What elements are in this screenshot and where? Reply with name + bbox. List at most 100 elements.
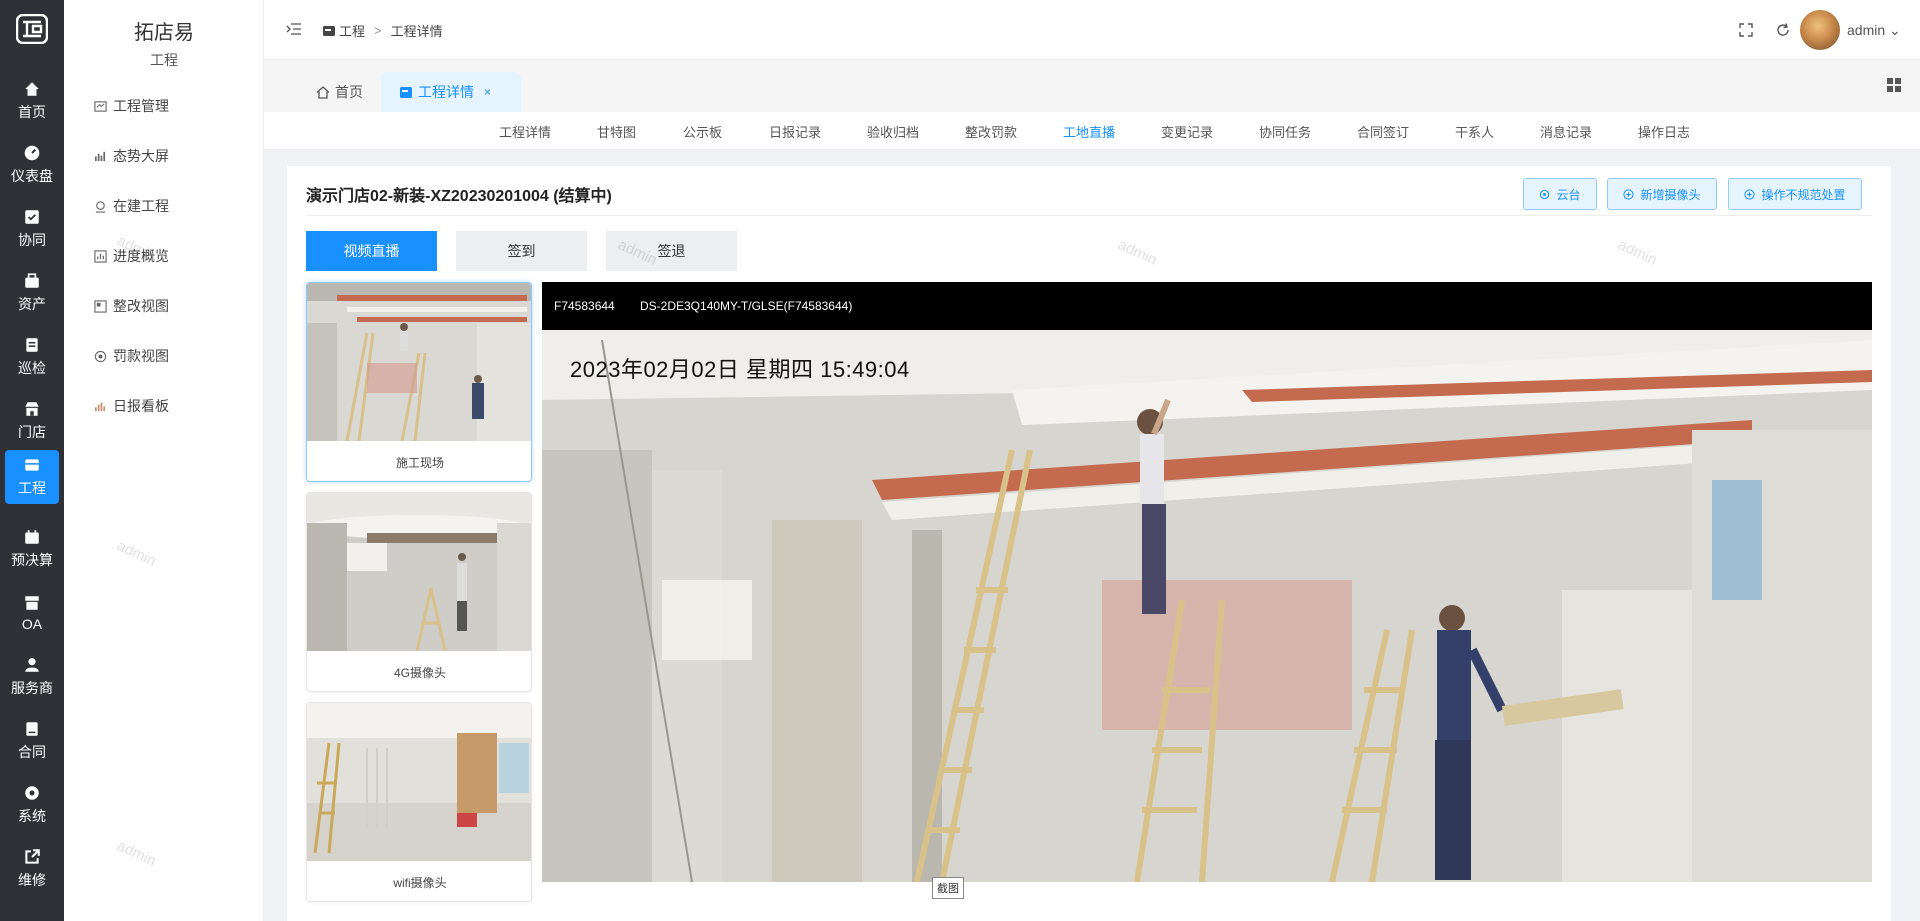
rail-item-label: 巡检 — [18, 360, 46, 376]
rail-item-label: 维修 — [18, 872, 46, 888]
dashboard-icon — [24, 145, 40, 161]
bar-chart-icon — [95, 402, 106, 411]
subnav-item-detail[interactable]: 工程详情 — [499, 122, 551, 141]
watermark: admin — [114, 537, 159, 570]
subnav-item-live[interactable]: 工地直播 — [1063, 122, 1115, 141]
rail-item-label: 系统 — [18, 808, 46, 824]
provider-icon — [25, 658, 39, 672]
video-timestamp: 2023年02月02日 星期四 15:49:04 — [570, 357, 910, 382]
detail-subnav: 工程详情 甘特图 公示板 日报记录 验收归档 整改罚款 工地直播 变更记录 协同… — [264, 112, 1920, 150]
title-divider — [306, 215, 1872, 216]
menu-collapse-icon[interactable] — [286, 22, 302, 36]
breadcrumb: 工程 > 工程详情 — [322, 21, 443, 40]
bar-chart-icon — [95, 151, 106, 161]
user-menu[interactable]: admin ⌄ — [1847, 22, 1901, 39]
sidebar-item-daily-board[interactable]: 日报看板 — [94, 396, 169, 416]
video-frame — [542, 330, 1872, 882]
subnav-item-contract[interactable]: 合同签订 — [1357, 122, 1409, 141]
budget-icon — [25, 530, 39, 544]
snapshot-button[interactable]: 截图 — [932, 877, 964, 899]
target-icon — [94, 350, 107, 362]
logo-icon[interactable] — [16, 14, 48, 44]
breadcrumb-item[interactable]: 工程 — [339, 21, 365, 40]
rail-item-provider[interactable]: 服务商 — [5, 650, 59, 704]
tab-project-detail[interactable]: 工程详情 × — [381, 72, 521, 112]
add-camera-button[interactable]: 新增摄像头 — [1607, 178, 1717, 210]
live-card: 演示门店02-新装-XZ20230201004 (结算中) 云台 新增摄像头 操… — [287, 166, 1891, 921]
subnav-item-notice[interactable]: 公示板 — [683, 122, 722, 141]
subnav-item-log[interactable]: 操作日志 — [1638, 122, 1690, 141]
rail-item-label: OA — [21, 616, 43, 632]
subnav-item-acceptance[interactable]: 验收归档 — [867, 122, 919, 141]
collab-icon — [25, 210, 39, 224]
rail-item-project[interactable]: 工程 — [5, 450, 59, 504]
subnav-item-message[interactable]: 消息记录 — [1540, 122, 1592, 141]
asset-icon — [25, 273, 39, 288]
contract-icon — [26, 722, 38, 736]
watermark: admin — [1115, 236, 1160, 269]
rail-item-budget[interactable]: 预决算 — [5, 522, 59, 576]
device-model: DS-2DE3Q140MY-T/GLSE(F74583644) — [640, 299, 853, 313]
gear-icon — [25, 786, 39, 800]
live-video-button[interactable]: 视频直播 — [306, 231, 437, 271]
fullscreen-icon[interactable] — [1738, 22, 1754, 38]
home-icon — [316, 85, 330, 99]
camera-card-wifi[interactable]: wifi摄像头 — [306, 702, 532, 902]
live-video-player[interactable]: F74583644 DS-2DE3Q140MY-T/GLSE(F74583644… — [542, 282, 1872, 882]
subnav-item-change[interactable]: 变更记录 — [1161, 122, 1213, 141]
sidebar: 拓店易 工程 工程管理 态势大屏 在建工程 进度概览 整改视图 罚款视图 日报看… — [64, 0, 264, 921]
watermark: admin — [114, 837, 159, 870]
subnav-item-rectify[interactable]: 整改罚款 — [965, 122, 1017, 141]
plus-circle-icon — [1744, 188, 1756, 200]
ptz-button[interactable]: 云台 — [1523, 178, 1597, 210]
layout-icon — [94, 299, 107, 313]
sidebar-item-rectify-view[interactable]: 整改视图 — [94, 296, 169, 316]
violation-handle-button[interactable]: 操作不规范处置 — [1728, 178, 1862, 210]
rail-item-label: 预决算 — [11, 552, 53, 568]
grid-menu-icon[interactable] — [1886, 77, 1902, 93]
top-header: 工程 > 工程详情 admin ⌄ — [264, 0, 1920, 60]
home-icon — [25, 82, 39, 96]
rail-item-store[interactable]: 门店 — [5, 394, 59, 448]
project-icon — [323, 25, 335, 36]
rail-item-system[interactable]: 系统 — [5, 778, 59, 832]
sidebar-item-situation-screen[interactable]: 态势大屏 — [94, 146, 169, 166]
rail-item-inspect[interactable]: 巡检 — [5, 330, 59, 384]
rail-item-label: 协同 — [18, 232, 46, 248]
camera-name: wifi摄像头 — [393, 876, 447, 890]
external-link-icon — [25, 849, 40, 864]
camera-thumbnail — [307, 493, 531, 651]
camera-card-site[interactable]: 施工现场 — [306, 282, 532, 482]
rail-item-asset[interactable]: 资产 — [5, 266, 59, 320]
avatar[interactable] — [1800, 10, 1840, 50]
icon-rail: 首页 仪表盘 协同 资产 巡检 门店 工程 预决算 OA 服务商 合同 系统 维… — [0, 0, 64, 921]
camera-thumbnail — [307, 703, 531, 861]
board-icon — [94, 100, 107, 112]
breadcrumb-separator: > — [374, 23, 382, 38]
project-icon — [25, 459, 39, 471]
tab-close-icon[interactable]: × — [484, 85, 491, 99]
check-in-button[interactable]: 签到 — [456, 231, 587, 271]
rail-item-contract[interactable]: 合同 — [5, 714, 59, 768]
camera-name: 4G摄像头 — [393, 666, 446, 680]
refresh-icon[interactable] — [1775, 22, 1791, 38]
rail-item-repair[interactable]: 维修 — [5, 842, 59, 896]
rail-item-oa[interactable]: OA — [5, 586, 59, 640]
rail-item-label: 工程 — [18, 480, 46, 496]
rail-item-label: 服务商 — [11, 680, 53, 696]
sidebar-item-project-manage[interactable]: 工程管理 — [94, 96, 169, 116]
rail-item-label: 仪表盘 — [11, 168, 53, 184]
sidebar-item-fine-view[interactable]: 罚款视图 — [94, 346, 169, 366]
rail-item-home[interactable]: 首页 — [5, 74, 59, 128]
sidebar-item-under-construction[interactable]: 在建工程 — [94, 196, 169, 216]
brand-title: 拓店易 — [134, 22, 194, 44]
subnav-item-gantt[interactable]: 甘特图 — [597, 122, 636, 141]
subnav-item-stakeholder[interactable]: 干系人 — [1455, 122, 1494, 141]
subnav-item-daily[interactable]: 日报记录 — [769, 122, 821, 141]
rail-item-collab[interactable]: 协同 — [5, 202, 59, 256]
camera-card-4g[interactable]: 4G摄像头 — [306, 492, 532, 692]
rail-item-dashboard[interactable]: 仪表盘 — [5, 138, 59, 192]
camera-thumbnail — [307, 283, 531, 441]
subnav-item-task[interactable]: 协同任务 — [1259, 122, 1311, 141]
tab-home[interactable]: 首页 — [298, 72, 381, 112]
